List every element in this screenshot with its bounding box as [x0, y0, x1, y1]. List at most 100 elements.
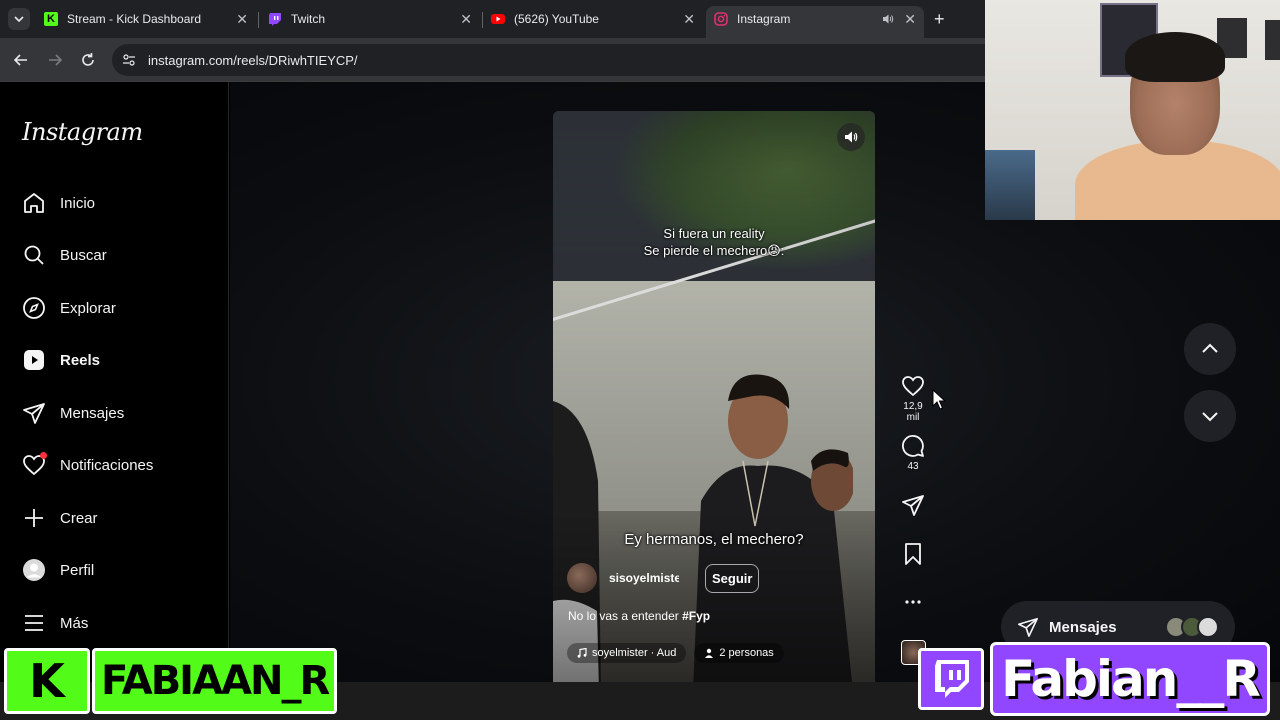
home-icon [24, 193, 44, 213]
kick-favicon-icon: K [44, 12, 58, 26]
url-text: instagram.com/reels/DRiwhTIEYCP/ [148, 52, 358, 68]
address-toolbar: instagram.com/reels/DRiwhTIEYCP/ [0, 38, 985, 82]
reel-video[interactable]: Si fuera un reality Se pierde el mechero… [553, 111, 875, 682]
reel-caption: No lo vas a entender #Fyp [568, 609, 710, 623]
instagram-sidebar: Instagram Inicio Buscar Explorar Reels M… [0, 82, 229, 682]
sidebar-item-reels[interactable]: Reels [22, 345, 100, 375]
comment-count: 43 [907, 461, 919, 472]
sidebar-item-label: Notificaciones [60, 456, 154, 474]
twitch-favicon-icon [269, 13, 281, 26]
audio-toggle-button[interactable] [837, 123, 865, 151]
sidebar-item-mensajes[interactable]: Mensajes [22, 398, 124, 428]
audio-pill[interactable]: soyelmister · Aud [567, 643, 687, 663]
music-note-icon [577, 648, 587, 658]
reload-icon[interactable] [78, 50, 98, 70]
follow-button[interactable]: Seguir [705, 563, 760, 593]
webcam-shelf [985, 150, 1035, 220]
sidebar-item-perfil[interactable]: Perfil [22, 555, 94, 585]
comment-icon [902, 435, 924, 457]
sidebar-item-label: Reels [60, 351, 101, 369]
kick-overlay: K FABIAAN_R [4, 646, 338, 716]
share-icon [902, 495, 924, 516]
tab-divider [482, 12, 483, 28]
sidebar-item-mas[interactable]: Más [22, 608, 88, 638]
sidebar-item-label: Inicio [60, 194, 96, 212]
tab-title: Twitch [291, 12, 326, 26]
author-username[interactable]: sisoyelmister [609, 571, 679, 585]
address-bar[interactable]: instagram.com/reels/DRiwhTIEYCP/ [112, 44, 985, 76]
tab-title: Stream - Kick Dashboard [67, 12, 202, 26]
heart-icon [902, 376, 924, 397]
video-overlay-gradient [553, 111, 875, 682]
tab-twitch[interactable]: Twitch ✕ [268, 6, 480, 32]
profile-icon [23, 559, 45, 581]
message-avatars [1165, 616, 1219, 638]
webcam-person-hair [1125, 32, 1225, 82]
sidebar-item-inicio[interactable]: Inicio [22, 188, 95, 218]
tab-divider [258, 12, 259, 28]
plus-icon [25, 509, 43, 527]
twitch-username: Fabian__R [990, 642, 1270, 716]
reels-icon [24, 350, 44, 370]
sidebar-item-label: Más [60, 614, 89, 632]
sidebar-item-label: Crear [60, 509, 98, 527]
caption-hashtag[interactable]: #Fyp [682, 609, 710, 623]
save-button[interactable] [896, 542, 930, 566]
chevron-down-icon [14, 16, 24, 23]
twitch-overlay: Fabian__R [918, 642, 1276, 716]
close-tab-icon[interactable]: ✕ [460, 12, 472, 26]
share-button[interactable] [896, 493, 930, 517]
sidebar-item-label: Mensajes [60, 404, 125, 422]
close-tab-icon[interactable]: ✕ [904, 12, 916, 26]
instagram-logo[interactable]: Instagram [22, 118, 143, 146]
sidebar-item-explorar[interactable]: Explorar [22, 293, 116, 323]
bookmark-icon [905, 543, 921, 565]
video-overlay-line: Si fuera un reality [663, 226, 765, 241]
tab-youtube[interactable]: (5626) YouTube ✕ [491, 6, 703, 32]
close-tab-icon[interactable]: ✕ [683, 12, 695, 26]
youtube-favicon-icon [491, 14, 505, 24]
chevron-down-icon [1202, 412, 1218, 422]
audio-name: soyelmister · Aud [592, 647, 677, 659]
caption-text: No lo vas a entender [568, 609, 679, 623]
forward-icon[interactable] [45, 50, 65, 70]
reel-author-row: sisoyelmister Seguir [567, 563, 760, 593]
site-info-icon[interactable] [122, 53, 136, 67]
speaker-icon [845, 131, 858, 143]
avatar [1197, 616, 1219, 638]
tab-search-button[interactable] [8, 8, 30, 30]
person-icon [705, 648, 714, 658]
sidebar-item-buscar[interactable]: Buscar [22, 240, 107, 270]
video-overlay-text: Si fuera un reality Se pierde el mechero… [553, 225, 875, 259]
instagram-favicon-icon [714, 12, 728, 26]
chevron-up-icon [1202, 343, 1218, 353]
sidebar-item-label: Perfil [60, 561, 95, 579]
video-subtitle: Ey hermanos, el mechero? [624, 531, 804, 548]
comment-button[interactable]: 43 [896, 434, 930, 472]
new-tab-button[interactable]: + [934, 9, 945, 30]
previous-reel-button[interactable] [1184, 323, 1236, 375]
menu-icon [25, 615, 43, 631]
search-icon [24, 245, 44, 265]
like-button[interactable]: 12,9 mil [896, 374, 930, 423]
close-tab-icon[interactable]: ✕ [236, 12, 248, 26]
back-icon[interactable] [11, 50, 31, 70]
tagged-people-pill[interactable]: 2 personas [694, 643, 784, 663]
sidebar-item-crear[interactable]: Crear [22, 503, 98, 533]
author-avatar[interactable] [567, 563, 597, 593]
tab-kick[interactable]: K Stream - Kick Dashboard ✕ [44, 6, 256, 32]
tagged-people-count: 2 personas [719, 647, 774, 659]
tab-instagram[interactable]: Instagram ✕ [706, 6, 924, 38]
sidebar-item-notificaciones[interactable]: Notificaciones [22, 450, 153, 480]
compass-icon [23, 297, 45, 319]
next-reel-button[interactable] [1184, 390, 1236, 442]
sidebar-item-label: Explorar [60, 299, 116, 317]
reel-meta-row: soyelmister · Aud 2 personas [567, 643, 784, 663]
notification-dot [40, 452, 47, 459]
more-options-button[interactable] [896, 590, 930, 614]
messages-label: Mensajes [1049, 618, 1117, 636]
sidebar-item-label: Buscar [60, 246, 107, 264]
kick-logo-icon: K [4, 648, 90, 714]
like-count: 12,9 mil [903, 401, 923, 423]
audio-playing-icon[interactable] [882, 13, 894, 25]
